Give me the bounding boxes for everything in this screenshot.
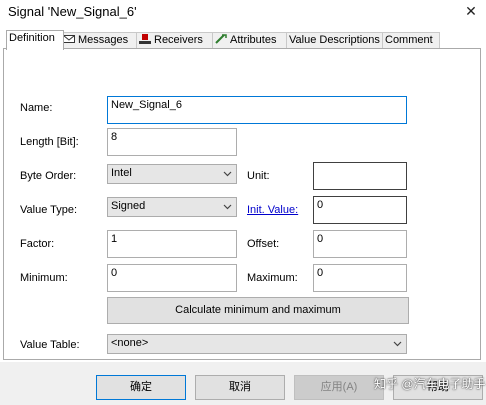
tab-label: Comment — [385, 34, 433, 46]
receiver-icon — [139, 34, 151, 44]
tab-label: Definition — [9, 32, 55, 44]
factor-label: Factor: — [20, 238, 55, 250]
envelope-icon — [63, 35, 75, 43]
factor-input[interactable]: 1 — [107, 230, 237, 258]
length-label: Length [Bit]: — [20, 136, 79, 148]
window-title: Signal 'New_Signal_6' — [8, 4, 137, 19]
name-input[interactable]: New_Signal_6 — [107, 96, 407, 124]
tab-label: Messages — [78, 34, 129, 46]
offset-label: Offset: — [247, 238, 280, 250]
tab-label: Receivers — [154, 34, 203, 46]
tab-label: Value Descriptions — [289, 34, 380, 46]
maximum-input[interactable]: 0 — [313, 264, 407, 292]
unit-label: Unit: — [247, 170, 270, 182]
chevron-down-icon — [393, 341, 402, 347]
value-type-select[interactable]: Signed — [107, 197, 237, 217]
byte-order-label: Byte Order: — [20, 170, 77, 182]
byte-order-value: Intel — [111, 167, 132, 179]
value-table-value: <none> — [111, 337, 149, 349]
watermark: 知乎 @汽车电子助手 — [374, 377, 486, 391]
tab-label: Attributes — [230, 34, 277, 46]
unit-input[interactable] — [313, 162, 407, 190]
tab-strip: Definition Messages Receivers Attributes… — [0, 30, 486, 50]
value-type-label: Value Type: — [20, 204, 78, 216]
minimum-label: Minimum: — [20, 272, 68, 284]
calculate-min-max-button[interactable]: Calculate minimum and maximum — [107, 297, 409, 324]
chevron-down-icon — [223, 171, 232, 177]
length-input[interactable]: 8 — [107, 128, 237, 156]
offset-input[interactable]: 0 — [313, 230, 407, 258]
init-value-input[interactable]: 0 — [313, 196, 407, 224]
value-table-label: Value Table: — [20, 339, 80, 351]
minimum-input[interactable]: 0 — [107, 264, 237, 292]
name-label: Name: — [20, 102, 53, 114]
chevron-down-icon — [223, 204, 232, 210]
attributes-icon — [215, 34, 227, 44]
apply-button[interactable]: 应用(A) — [294, 375, 384, 400]
close-icon[interactable]: ✕ — [462, 2, 480, 20]
value-table-select[interactable]: <none> — [107, 334, 407, 354]
byte-order-select[interactable]: Intel — [107, 164, 237, 184]
value-type-value: Signed — [111, 200, 146, 212]
ok-button[interactable]: 确定 — [96, 375, 186, 400]
init-value-link[interactable]: Init. Value: — [247, 203, 298, 217]
maximum-label: Maximum: — [247, 272, 298, 284]
tab-definition[interactable]: Definition — [6, 30, 64, 50]
cancel-button[interactable]: 取消 — [195, 375, 285, 400]
